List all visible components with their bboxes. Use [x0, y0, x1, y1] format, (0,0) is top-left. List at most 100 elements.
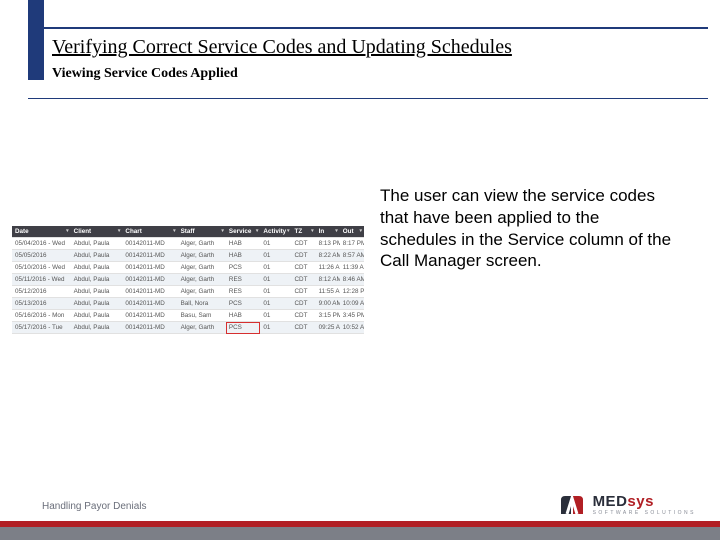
table-cell: HAB: [226, 238, 261, 250]
table-cell: Abdul, Paula: [71, 310, 123, 322]
table-cell: 10:52 AM: [340, 322, 364, 334]
table-cell: Alger, Garth: [178, 262, 226, 274]
table-cell: 8:22 AM: [316, 250, 340, 262]
sort-arrow-icon: ▾: [311, 228, 314, 234]
table-cell: 00142011-MD: [122, 286, 177, 298]
table-cell: Alger, Garth: [178, 286, 226, 298]
table-cell: RES: [226, 286, 261, 298]
table-cell: CDT: [291, 250, 315, 262]
table-cell: 3:45 PM: [340, 310, 364, 322]
table-cell: PCS: [226, 322, 261, 334]
table-cell: 01: [260, 238, 291, 250]
table-cell: 01: [260, 274, 291, 286]
table-cell: 05/05/2016: [12, 250, 71, 262]
slide-body-text: The user can view the service codes that…: [380, 185, 680, 272]
table-cell: Alger, Garth: [178, 274, 226, 286]
table-cell: 00142011-MD: [122, 310, 177, 322]
table-cell: Abdul, Paula: [71, 322, 123, 334]
table-header-row: Date▾Client▾Chart▾Staff▾Service▾Activity…: [12, 226, 364, 238]
table-cell: CDT: [291, 298, 315, 310]
table-body: 05/04/2016 - WedAbdul, Paula00142011-MDA…: [12, 238, 364, 334]
table-cell: Ball, Nora: [178, 298, 226, 310]
sort-arrow-icon: ▾: [66, 228, 69, 234]
table-cell: 10:09 AM: [340, 298, 364, 310]
table-row: 05/10/2016 - WedAbdul, Paula00142011-MDA…: [12, 262, 364, 274]
table-cell: CDT: [291, 274, 315, 286]
logo-tagline: SOFTWARE SOLUTIONS: [593, 511, 696, 516]
medsys-logo-text: MEDsys SOFTWARE SOLUTIONS: [593, 494, 696, 516]
sort-arrow-icon: ▾: [256, 228, 259, 234]
table-cell: 8:57 AM: [340, 250, 364, 262]
table-header-cell: Staff▾: [178, 226, 226, 238]
table-row: 05/17/2016 - TueAbdul, Paula00142011-MDA…: [12, 322, 364, 334]
table-cell: 00142011-MD: [122, 250, 177, 262]
table-cell: 05/04/2016 - Wed: [12, 238, 71, 250]
header-bottom-rule: [28, 98, 708, 99]
table-header-cell: Service▾: [226, 226, 261, 238]
table-row: 05/04/2016 - WedAbdul, Paula00142011-MDA…: [12, 238, 364, 250]
call-manager-table: Date▾Client▾Chart▾Staff▾Service▾Activity…: [12, 226, 364, 334]
sort-arrow-icon: ▾: [118, 228, 121, 234]
table-cell: 01: [260, 322, 291, 334]
table-row: 05/11/2016 - WedAbdul, Paula00142011-MDA…: [12, 274, 364, 286]
medsys-logo: MEDsys SOFTWARE SOLUTIONS: [559, 494, 696, 516]
table-cell: CDT: [291, 310, 315, 322]
sort-arrow-icon: ▾: [359, 228, 362, 234]
table-cell: Alger, Garth: [178, 238, 226, 250]
table-header-cell: Chart▾: [122, 226, 177, 238]
table-cell: PCS: [226, 298, 261, 310]
table-header-cell: TZ▾: [291, 226, 315, 238]
table-cell: 01: [260, 298, 291, 310]
table-cell: Abdul, Paula: [71, 250, 123, 262]
table-cell: 11:55 AM: [316, 286, 340, 298]
logo-wordmark: MEDsys: [593, 494, 696, 509]
table-cell: 8:12 AM: [316, 274, 340, 286]
table-cell: 12:28 PM: [340, 286, 364, 298]
table-header-cell: Out▾: [340, 226, 364, 238]
sort-arrow-icon: ▾: [173, 228, 176, 234]
table-cell: 00142011-MD: [122, 322, 177, 334]
table-cell: Alger, Garth: [178, 250, 226, 262]
table-cell: Abdul, Paula: [71, 286, 123, 298]
table-header-cell: Date▾: [12, 226, 71, 238]
footer-section-label: Handling Payor Denials: [42, 501, 147, 512]
table-cell: CDT: [291, 286, 315, 298]
sort-arrow-icon: ▾: [287, 228, 290, 234]
table-cell: HAB: [226, 250, 261, 262]
table-cell: 9:00 AM: [316, 298, 340, 310]
header-top-rule: [28, 27, 708, 29]
table-cell: Abdul, Paula: [71, 274, 123, 286]
table-cell: Abdul, Paula: [71, 298, 123, 310]
table-cell: CDT: [291, 322, 315, 334]
table-cell: 05/11/2016 - Wed: [12, 274, 71, 286]
table-cell: Abdul, Paula: [71, 238, 123, 250]
table-header-cell: Activity▾: [260, 226, 291, 238]
table-cell: RES: [226, 274, 261, 286]
table-cell: 01: [260, 250, 291, 262]
slide-subtitle: Viewing Service Codes Applied: [52, 66, 238, 82]
table-header-cell: Client▾: [71, 226, 123, 238]
table-cell: PCS: [226, 262, 261, 274]
table-cell: 05/13/2016: [12, 298, 71, 310]
table-row: 05/05/2016Abdul, Paula00142011-MDAlger, …: [12, 250, 364, 262]
table-cell: CDT: [291, 262, 315, 274]
table-row: 05/13/2016Abdul, Paula00142011-MDBall, N…: [12, 298, 364, 310]
table-cell: 05/17/2016 - Tue: [12, 322, 71, 334]
table-header-cell: In▾: [316, 226, 340, 238]
table-cell: CDT: [291, 238, 315, 250]
table-cell: 11:26 AM: [316, 262, 340, 274]
table-cell: 11:39 AM: [340, 262, 364, 274]
table-row: 05/16/2016 - MonAbdul, Paula00142011-MDB…: [12, 310, 364, 322]
table-row: 05/12/2016Abdul, Paula00142011-MDAlger, …: [12, 286, 364, 298]
table-cell: Basu, Sam: [178, 310, 226, 322]
table-cell: 05/16/2016 - Mon: [12, 310, 71, 322]
table-cell: HAB: [226, 310, 261, 322]
table-cell: 8:46 AM: [340, 274, 364, 286]
table-cell: Alger, Garth: [178, 322, 226, 334]
table-cell: 05/10/2016 - Wed: [12, 262, 71, 274]
table-cell: 00142011-MD: [122, 238, 177, 250]
table-cell: Abdul, Paula: [71, 262, 123, 274]
table-cell: 00142011-MD: [122, 274, 177, 286]
table-cell: 09:25 AM: [316, 322, 340, 334]
table-cell: 3:15 PM: [316, 310, 340, 322]
